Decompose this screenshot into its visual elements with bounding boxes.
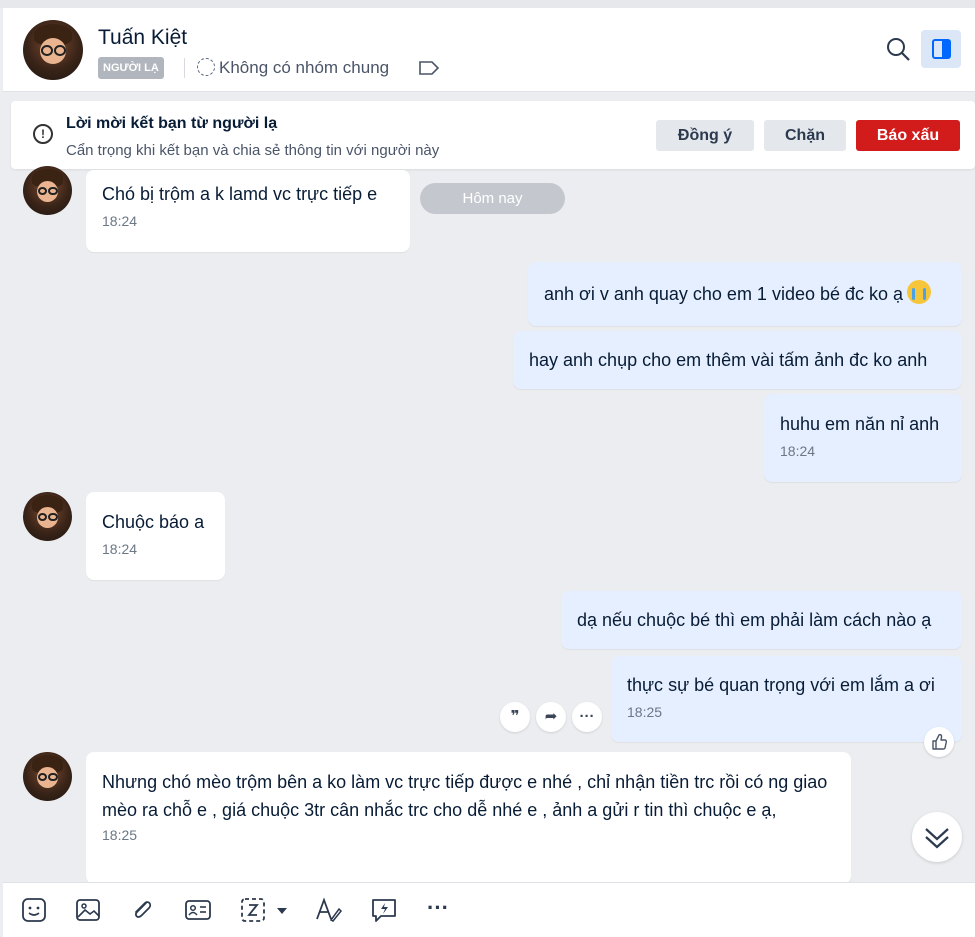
panel-icon — [932, 39, 951, 59]
stranger-badge: NGƯỜI LẠ — [98, 57, 164, 79]
toggle-info-panel-button[interactable] — [921, 30, 961, 68]
image-icon[interactable] — [73, 895, 103, 925]
contact-card-icon[interactable] — [183, 895, 213, 925]
day-divider: Hôm nay — [420, 183, 565, 214]
message-time: 18:25 — [102, 827, 138, 843]
composer-toolbar: ··· — [3, 882, 975, 937]
more-icon[interactable]: ··· — [423, 895, 453, 925]
scroll-to-bottom-button[interactable] — [912, 812, 962, 862]
search-icon[interactable] — [885, 36, 911, 62]
message-bubble[interactable]: Nhưng chó mèo trộm bên a ko làm vc trực … — [86, 752, 851, 884]
attachment-icon[interactable] — [127, 895, 157, 925]
message-time: 18:25 — [627, 704, 663, 720]
message-time: 18:24 — [102, 213, 138, 229]
text-format-icon[interactable] — [313, 895, 343, 925]
contact-name[interactable]: Tuấn Kiệt — [98, 26, 187, 50]
message-time: 18:24 — [102, 541, 138, 557]
friend-request-subtitle: Cẩn trọng khi kết bạn và chia sẻ thông t… — [66, 142, 440, 159]
screenshot-icon[interactable] — [239, 895, 289, 925]
sticker-icon[interactable] — [19, 895, 49, 925]
block-button[interactable]: Chặn — [764, 120, 846, 151]
message-text: huhu em năn nỉ anh — [780, 414, 940, 434]
group-icon — [197, 58, 215, 76]
message-text: thực sự bé quan trọng với em lắm a ơi — [627, 675, 935, 695]
crying-face-icon — [907, 280, 932, 304]
message-text: hay anh chụp cho em thêm vài tấm ảnh đc … — [529, 350, 928, 370]
message-text: dạ nếu chuộc bé thì em phải làm cách nào… — [577, 610, 932, 630]
chat-header: Tuấn Kiệt NGƯỜI LẠ Không có nhóm chung — [3, 8, 975, 92]
sender-avatar[interactable] — [23, 166, 72, 215]
friend-request-title: Lời mời kết bạn từ người lạ — [66, 115, 278, 132]
message-text: Chó bị trộm a k lamd vc trực tiếp e — [102, 184, 378, 204]
message-bubble[interactable]: Chó bị trộm a k lamd vc trực tiếp e 18:2… — [86, 170, 410, 252]
header-divider — [184, 58, 185, 78]
quote-icon[interactable]: ❞ — [500, 702, 530, 732]
message-bubble[interactable]: huhu em năn nỉ anh 18:24 — [764, 394, 962, 482]
info-icon: ! — [33, 124, 53, 144]
message-text: anh ơi v anh quay cho em 1 video bé đc k… — [544, 284, 904, 304]
message-time: 18:24 — [780, 443, 816, 459]
message-bubble[interactable]: thực sự bé quan trọng với em lắm a ơi 18… — [611, 656, 962, 742]
friend-request-banner: ! Lời mời kết bạn từ người lạ Cẩn trọng … — [11, 101, 975, 169]
message-text: Nhưng chó mèo trộm bên a ko làm vc trực … — [102, 772, 828, 820]
thumbs-up-icon — [932, 733, 948, 750]
sender-avatar[interactable] — [23, 492, 72, 541]
common-groups-text[interactable]: Không có nhóm chung — [219, 58, 389, 78]
report-button[interactable]: Báo xấu — [856, 120, 960, 151]
more-actions-icon[interactable]: ··· — [572, 702, 602, 732]
quick-message-icon[interactable] — [369, 895, 399, 925]
chevron-double-down-icon — [925, 828, 949, 849]
tag-icon[interactable] — [419, 61, 439, 75]
window-top-strip — [0, 0, 975, 8]
accept-button[interactable]: Đồng ý — [656, 120, 754, 151]
message-bubble[interactable]: dạ nếu chuộc bé thì em phải làm cách nào… — [561, 591, 962, 649]
like-reaction-button[interactable] — [924, 727, 954, 757]
message-hover-actions: ❞ ➦ ··· — [500, 702, 602, 732]
forward-icon[interactable]: ➦ — [536, 702, 566, 732]
message-bubble[interactable]: Chuộc báo a 18:24 — [86, 492, 225, 580]
message-bubble[interactable]: hay anh chụp cho em thêm vài tấm ảnh đc … — [513, 331, 962, 389]
message-text: Chuộc báo a — [102, 512, 205, 532]
message-bubble[interactable]: anh ơi v anh quay cho em 1 video bé đc k… — [528, 262, 962, 326]
contact-avatar[interactable] — [23, 20, 83, 80]
sender-avatar[interactable] — [23, 752, 72, 801]
